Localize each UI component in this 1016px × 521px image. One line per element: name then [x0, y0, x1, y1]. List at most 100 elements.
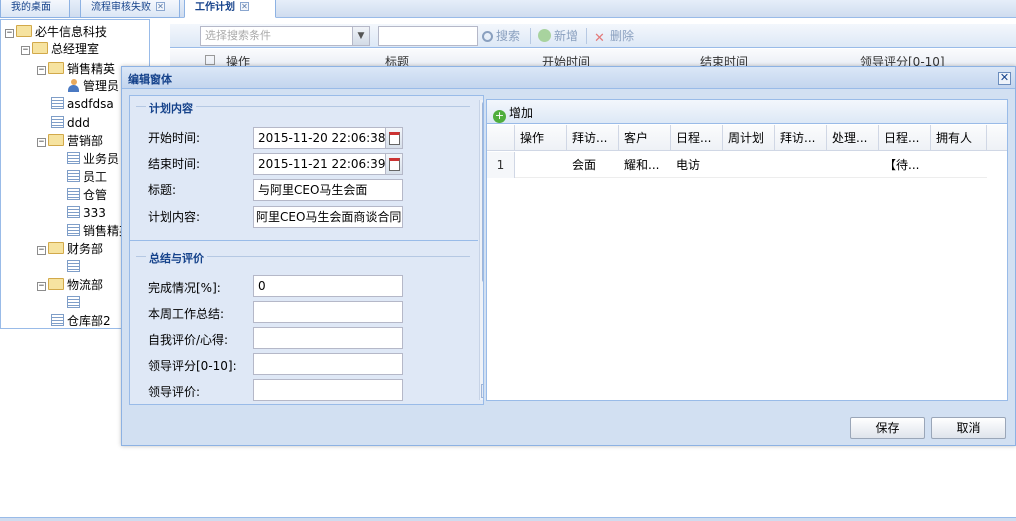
close-icon[interactable]: ✕ [156, 2, 165, 11]
col-header-weekly-plan[interactable]: 周计划 [723, 125, 775, 151]
leader-score-field[interactable] [253, 353, 403, 375]
tab-label: 工作计划 [195, 2, 235, 13]
tree-node-gm[interactable]: − 总经理室 [21, 41, 99, 58]
form-scrollbar[interactable]: ▼ [479, 100, 483, 400]
save-button[interactable]: 保存 [850, 417, 925, 439]
col-header-process[interactable]: 处理... [827, 125, 879, 151]
col-header-customer[interactable]: 客户 [619, 125, 671, 151]
col-header-visit[interactable]: 拜访... [567, 125, 619, 151]
collapse-icon[interactable]: − [5, 29, 14, 38]
row-number: 1 [487, 152, 515, 178]
plus-icon [538, 29, 551, 42]
tab-my-desktop[interactable]: 我的桌面 [0, 0, 70, 18]
scrollbar-thumb[interactable] [482, 102, 483, 282]
cell-visit2[interactable] [775, 152, 827, 178]
leaf-icon [51, 314, 64, 326]
col-header-schedule[interactable]: 日程... [671, 125, 723, 151]
folder-open-icon [48, 62, 64, 74]
cell-schedule[interactable]: 电访 [671, 152, 723, 178]
plan-content-label: 计划内容: [148, 210, 201, 224]
completion-field[interactable]: 0 [253, 275, 403, 297]
tree-node-admin[interactable]: 管理员 [67, 78, 119, 95]
plan-content-field[interactable]: 阿里CEO马生会面商谈合同 [253, 206, 403, 228]
cell-customer[interactable]: 耀和... [619, 152, 671, 178]
completion-label: 完成情况[%]: [148, 281, 221, 295]
table-row[interactable]: 1 会面 耀和... 电访 【待... [487, 152, 987, 178]
start-time-field[interactable]: 2015-11-20 22:06:38 [253, 127, 403, 149]
weekly-summary-label: 本周工作总结: [148, 307, 225, 321]
tree-node-ddd[interactable]: ddd [51, 115, 90, 132]
leaf-icon [67, 296, 80, 308]
close-icon[interactable]: ✕ [240, 2, 249, 11]
cell-weekly-plan[interactable] [723, 152, 775, 178]
tree-node-marketing[interactable]: − 营销部 [37, 133, 103, 150]
end-time-field[interactable]: 2015-11-21 22:06:39 [253, 153, 403, 175]
grid-toolbar: 选择搜索条件 ▼ 搜索 新增 ✕ 删除 [170, 24, 1016, 48]
cell-owner[interactable] [931, 152, 987, 178]
start-time-label: 开始时间: [148, 131, 201, 145]
tree-node-storage2[interactable]: 仓库部2 [51, 313, 111, 328]
folder-open-icon [32, 42, 48, 54]
cell-schedule2[interactable]: 【待... [879, 152, 931, 178]
scroll-down-icon[interactable]: ▼ [481, 384, 483, 398]
form-panel: 计划内容 开始时间: 2015-11-20 22:06:38 结束时间: 201… [129, 95, 484, 405]
folder-open-icon [48, 242, 64, 254]
folder-open-icon [16, 25, 32, 37]
collapse-icon[interactable]: − [37, 138, 46, 147]
tree-node-333[interactable]: 333 [67, 205, 106, 222]
search-icon [482, 31, 493, 42]
schedule-add-button[interactable]: + 增加 [493, 104, 533, 123]
folder-open-icon [48, 278, 64, 290]
col-header-schedule2[interactable]: 日程... [879, 125, 931, 151]
tree-node-warehouse[interactable]: 仓管 [67, 187, 107, 204]
folder-open-icon [48, 134, 64, 146]
tab-process-failed[interactable]: 流程审核失败 ✕ [80, 0, 180, 18]
close-icon[interactable]: ✕ [998, 72, 1011, 85]
tree-node-asdfdsa[interactable]: asdfdsa [51, 96, 114, 113]
dialog-title: 编辑窗体 [128, 73, 172, 86]
tree-node-logistics-leaf[interactable] [67, 295, 83, 312]
delete-icon: ✕ [594, 31, 605, 46]
collapse-icon[interactable]: − [37, 66, 46, 75]
tab-label: 流程审核失败 [91, 2, 151, 13]
tab-work-plan[interactable]: 工作计划 ✕ [184, 0, 276, 18]
leader-comment-field[interactable] [253, 379, 403, 401]
leader-comment-label: 领导评价: [148, 385, 201, 399]
calendar-icon[interactable] [385, 154, 402, 174]
collapse-icon[interactable]: − [37, 246, 46, 255]
col-header-owner[interactable]: 拥有人 [931, 125, 987, 151]
chevron-down-icon[interactable]: ▼ [352, 27, 369, 45]
search-button[interactable]: 搜索 [482, 28, 520, 44]
search-input[interactable] [378, 26, 478, 46]
tree-node-logistics[interactable]: − 物流部 [37, 277, 103, 294]
tree-node-finance[interactable]: − 财务部 [37, 241, 103, 258]
delete-button[interactable]: ✕ 删除 [594, 28, 634, 46]
tree-node-salesman[interactable]: 业务员 [67, 151, 119, 168]
cell-visit[interactable]: 会面 [567, 152, 619, 178]
col-header-visit2[interactable]: 拜访... [775, 125, 827, 151]
row-number-header [487, 125, 515, 151]
select-all-checkbox[interactable] [205, 55, 215, 65]
weekly-summary-field[interactable] [253, 301, 403, 323]
user-icon [67, 79, 80, 92]
leaf-icon [51, 97, 64, 109]
col-header-action[interactable]: 操作 [515, 125, 567, 151]
leaf-icon [67, 188, 80, 200]
self-evaluation-field[interactable] [253, 327, 403, 349]
title-field[interactable]: 与阿里CEO马生会面 [253, 179, 403, 201]
tree-node-root[interactable]: − 必牛信息科技 [5, 24, 107, 41]
collapse-icon[interactable]: − [37, 282, 46, 291]
calendar-icon[interactable] [385, 128, 402, 148]
search-condition-select[interactable]: 选择搜索条件 ▼ [200, 26, 370, 46]
tree-node-sales[interactable]: − 销售精英 [37, 61, 115, 78]
tree-node-finance-leaf[interactable] [67, 259, 83, 276]
add-button[interactable]: 新增 [538, 28, 578, 44]
collapse-icon[interactable]: − [21, 46, 30, 55]
leader-score-label: 领导评分[0-10]: [148, 359, 237, 373]
cell-action[interactable] [515, 152, 567, 178]
toolbar-separator [586, 28, 587, 44]
cancel-button[interactable]: 取消 [931, 417, 1006, 439]
tree-node-staff[interactable]: 员工 [67, 169, 107, 186]
summary-section-legend: 总结与评价 [146, 250, 207, 266]
cell-process[interactable] [827, 152, 879, 178]
